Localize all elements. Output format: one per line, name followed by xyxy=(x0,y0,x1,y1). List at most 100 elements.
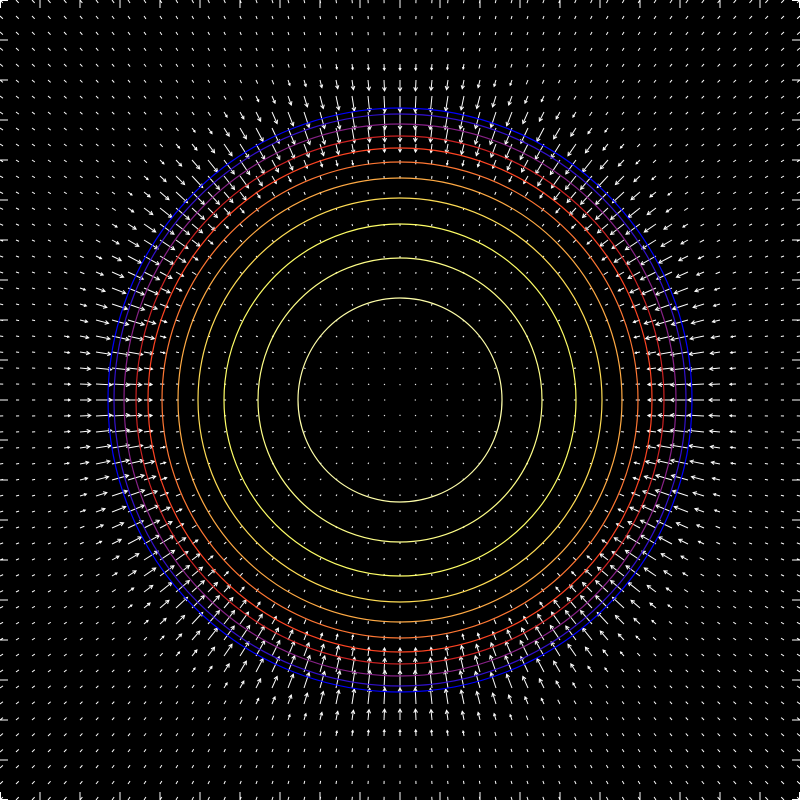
vector-arrow xyxy=(335,31,338,36)
vector-arrow xyxy=(239,351,243,354)
vector-arrow xyxy=(335,573,338,577)
vector-arrow xyxy=(446,557,449,561)
vector-arrow xyxy=(335,430,338,433)
vector-arrow xyxy=(764,478,769,481)
vector-arrow xyxy=(446,430,449,433)
vector-arrow xyxy=(430,462,433,465)
vector-arrow xyxy=(191,462,195,465)
vector-arrow xyxy=(335,191,338,195)
vector-arrow xyxy=(478,15,481,20)
vector-arrow xyxy=(605,351,609,354)
vector-arrow xyxy=(287,351,290,354)
vector-arrow xyxy=(351,589,354,593)
vector-arrow xyxy=(367,367,370,370)
vector-arrow xyxy=(239,446,243,449)
vector-arrow xyxy=(223,351,227,354)
vector-arrow xyxy=(430,335,433,338)
vector-arrow xyxy=(15,335,20,338)
vector-arrow xyxy=(462,430,465,433)
vector-arrow xyxy=(271,351,274,354)
vector-arrow xyxy=(351,175,354,180)
vector-arrow xyxy=(239,335,243,338)
vector-arrow xyxy=(573,351,577,354)
vector-arrow xyxy=(605,335,609,338)
vector-arrow xyxy=(0,335,4,338)
vector-arrow xyxy=(367,494,370,497)
vector-arrow xyxy=(557,335,561,338)
vector-arrow xyxy=(271,446,274,449)
vector-arrow xyxy=(335,239,338,243)
vector-arrow xyxy=(462,31,465,36)
vector-arrow xyxy=(351,287,354,290)
vector-arrow xyxy=(430,367,433,370)
vector-arrow xyxy=(319,430,322,433)
vector-arrow xyxy=(780,335,785,338)
vector-arrow xyxy=(319,764,322,769)
vector-arrow xyxy=(414,414,417,417)
vector-arrow xyxy=(462,573,465,577)
vector-arrow xyxy=(335,748,338,753)
vector-arrow xyxy=(780,462,785,465)
vector-arrow xyxy=(557,462,561,465)
vector-arrow xyxy=(383,383,386,386)
vector-arrow xyxy=(351,207,354,211)
vector-arrow xyxy=(319,780,322,785)
vector-arrow xyxy=(748,462,753,465)
vector-arrow xyxy=(462,367,465,370)
vector-arrow xyxy=(351,239,354,243)
contour-vector-plot xyxy=(0,0,800,800)
vector-arrow xyxy=(462,764,465,769)
vector-arrow xyxy=(462,557,465,561)
vector-arrow xyxy=(367,430,370,433)
vector-arrow xyxy=(748,335,753,338)
vector-arrow xyxy=(446,239,449,243)
vector-arrow xyxy=(573,335,577,338)
vector-arrow xyxy=(31,335,36,338)
vector-arrow xyxy=(287,446,290,449)
vector-arrow xyxy=(351,430,354,433)
vector-arrow xyxy=(351,573,354,577)
vector-arrow xyxy=(446,175,449,180)
vector-arrow xyxy=(605,462,609,465)
vector-arrow xyxy=(620,351,625,354)
plot-area xyxy=(0,0,800,800)
vector-arrow xyxy=(446,367,449,370)
vector-arrow xyxy=(414,383,417,386)
vector-arrow xyxy=(335,367,338,370)
vector-arrow xyxy=(462,605,465,609)
vector-arrow xyxy=(446,287,449,290)
vector-arrow xyxy=(541,351,545,354)
vector-arrow xyxy=(223,446,227,449)
vector-arrow xyxy=(462,47,465,52)
vector-arrow xyxy=(446,255,449,259)
vector-arrow xyxy=(303,430,306,433)
vector-arrow xyxy=(367,303,370,306)
vector-arrow xyxy=(478,430,481,433)
vector-arrow xyxy=(335,605,338,609)
vector-arrow xyxy=(335,15,338,20)
vector-arrow xyxy=(510,351,513,354)
vector-arrow xyxy=(175,446,180,449)
vector-arrow xyxy=(414,367,417,370)
vector-arrow xyxy=(15,462,20,465)
vector-arrow xyxy=(367,446,370,449)
vector-arrow xyxy=(383,430,386,433)
vector-arrow xyxy=(462,191,465,195)
vector-arrow xyxy=(383,367,386,370)
vector-arrow xyxy=(351,557,354,561)
vector-arrow xyxy=(589,446,593,449)
vector-arrow xyxy=(191,335,195,338)
vector-arrow xyxy=(367,414,370,417)
vector-arrow xyxy=(319,31,322,36)
vector-arrow xyxy=(303,446,306,449)
vector-arrow xyxy=(223,462,227,465)
vector-arrow xyxy=(351,510,354,513)
vector-arrow xyxy=(780,478,785,481)
vector-arrow xyxy=(430,383,433,386)
vector-arrow xyxy=(367,335,370,338)
vector-arrow xyxy=(430,494,433,497)
vector-arrow xyxy=(526,446,529,449)
vector-arrow xyxy=(31,319,36,322)
vector-arrow xyxy=(430,446,433,449)
vector-arrow xyxy=(446,303,449,306)
